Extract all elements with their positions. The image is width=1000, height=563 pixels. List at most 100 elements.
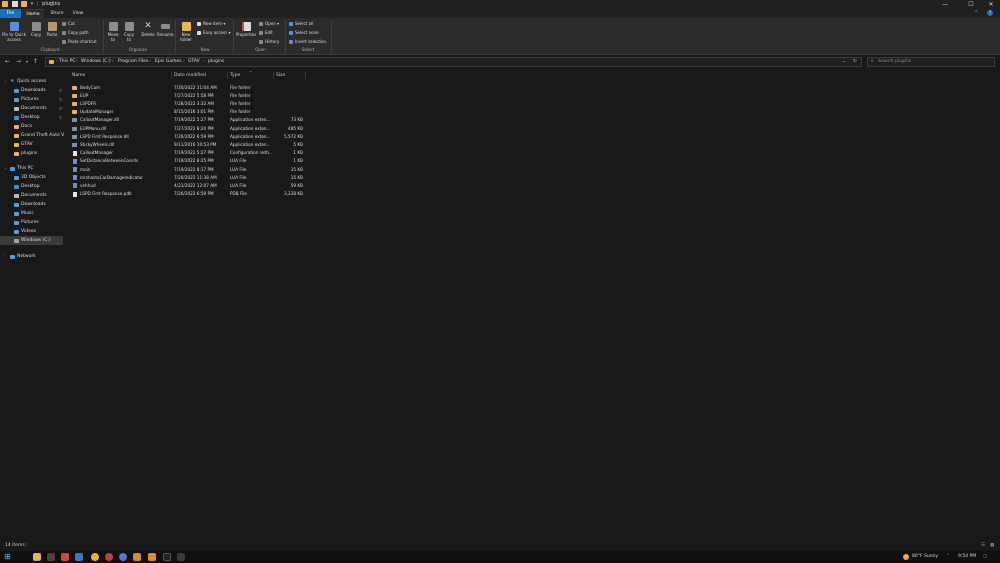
properties-button[interactable]: Properties (236, 22, 256, 37)
tab-file[interactable]: File (0, 9, 21, 18)
search-input[interactable]: ⌕ Search plugins (867, 57, 995, 67)
breadcrumb-this-pc[interactable]: This PC (59, 58, 75, 66)
copy-path-button[interactable]: Copy path (62, 30, 89, 35)
nav-docs[interactable]: Docs (0, 122, 65, 131)
new-folder-quick-icon[interactable] (21, 1, 28, 7)
chevron-down-icon[interactable]: ⌄ (4, 164, 7, 173)
weather-text[interactable]: 80°F Sunny (912, 551, 938, 563)
copy-to-button[interactable]: Copy to (122, 22, 136, 42)
new-item-button[interactable]: New item ▾ (197, 21, 225, 26)
game-app-icon[interactable] (133, 553, 141, 561)
column-header-name[interactable]: Name (72, 72, 85, 79)
notifications-icon[interactable]: ▢ (983, 551, 987, 563)
table-row[interactable]: LSPD First Response.pdb 7/26/2022 6:59 PM… (68, 190, 368, 198)
media-icon[interactable] (47, 553, 55, 561)
nav-pictures[interactable]: Pictures ⚲ (0, 95, 65, 104)
tab-share[interactable]: Share (46, 9, 68, 18)
forward-arrow-icon[interactable]: → (16, 56, 21, 68)
column-header-date-modified[interactable]: Date modified (174, 72, 206, 79)
table-row[interactable]: EUP 7/27/2022 5:58 PM File folder (68, 92, 368, 100)
table-row[interactable]: LSPD First Response.dll 7/26/2022 6:59 PM… (68, 133, 368, 141)
address-dropdown-icon[interactable]: ⌄ (842, 58, 846, 66)
copy-button[interactable]: Copy (29, 22, 43, 37)
rename-button[interactable]: Rename (157, 22, 173, 37)
help-icon[interactable]: ? (987, 10, 993, 16)
nav-videos[interactable]: Videos (0, 227, 65, 236)
opera-icon[interactable] (105, 553, 113, 561)
chevron-down-icon[interactable]: ⌄ (4, 77, 7, 86)
discord-icon[interactable] (119, 553, 127, 561)
back-arrow-icon[interactable]: ← (5, 56, 10, 68)
select-all-button[interactable]: Select all (289, 21, 313, 26)
nav-pc-pictures[interactable]: Pictures (0, 218, 65, 227)
table-row[interactable]: BodyCam 7/20/2022 11:04 AM File folder (68, 84, 368, 92)
nav-music[interactable]: Music (0, 209, 65, 218)
terminal-icon[interactable] (163, 553, 171, 561)
table-row[interactable]: main 7/19/2022 8:17 PM LUA File 15 KB (68, 166, 368, 174)
chevron-right-icon[interactable]: › (4, 252, 5, 261)
nav-documents[interactable]: Documents ⚲ (0, 104, 65, 113)
minimize-button[interactable]: — (934, 0, 956, 9)
breadcrumb-program-files[interactable]: Program Files (118, 58, 148, 66)
new-folder-button[interactable]: New folder (178, 22, 194, 42)
breadcrumb-epic-games[interactable]: Epic Games (155, 58, 182, 66)
move-to-button[interactable]: Move to (106, 22, 120, 42)
refresh-icon[interactable]: ↻ (853, 58, 857, 66)
column-header-type[interactable]: Type (230, 72, 240, 79)
table-row[interactable]: SetDistanceBetweenCoords 7/19/2022 8:25 P… (68, 157, 368, 165)
rockstar-icon[interactable] (148, 553, 156, 561)
easy-access-button[interactable]: Easy access ▾ (197, 30, 230, 35)
paste-button[interactable]: Paste (45, 22, 59, 37)
delete-button[interactable]: ✕ Delete (140, 22, 156, 38)
tab-view[interactable]: View (68, 9, 88, 18)
open-button[interactable]: Open ▾ (259, 21, 279, 26)
nav-pc-desktop[interactable]: Desktop (0, 182, 65, 191)
table-row[interactable]: CalloutManager 7/19/2022 5:27 PM Configura… (68, 149, 368, 157)
tab-home[interactable]: Home (22, 9, 44, 18)
nav-3d-objects[interactable]: 3D Objects (0, 173, 65, 182)
table-row[interactable]: CalloutManager.dll 7/19/2022 5:27 PM Appli… (68, 116, 368, 124)
up-arrow-icon[interactable]: ↑ (33, 56, 38, 68)
cut-button[interactable]: Cut (62, 21, 75, 26)
table-row[interactable]: vehhud 4/21/2022 12:07 AM LUA File 59 KB (68, 182, 368, 190)
table-row[interactable]: EUPMenu.dll 7/27/2022 8:20 PM Application … (68, 125, 368, 133)
table-row[interactable]: UpdateManager 8/15/2016 3:01 PM File folde… (68, 108, 368, 116)
nav-grand-theft-auto-v[interactable]: Grand Theft Auto V (0, 131, 65, 140)
table-row[interactable]: mrzhasteCarDamageIndicator 7/20/2022 11:3… (68, 174, 368, 182)
nav-gtav[interactable]: GTAV (0, 140, 65, 149)
chrome-icon[interactable] (91, 553, 99, 561)
table-row[interactable]: StickyWheels.dll 9/11/2016 10:53 PM Applic… (68, 141, 368, 149)
pin-to-quick-access-button[interactable]: Pin to Quick access (1, 22, 27, 42)
file-explorer-icon[interactable] (33, 553, 41, 561)
store-icon[interactable] (75, 553, 83, 561)
tray-chevron-icon[interactable]: ⌃ (946, 551, 950, 563)
properties-quick-icon[interactable] (11, 1, 18, 7)
time[interactable]: 9:54 PM (958, 551, 976, 563)
maximize-button[interactable]: ☐ (960, 0, 982, 9)
breadcrumb-plugins[interactable]: plugins (208, 58, 224, 66)
recent-chevron-icon[interactable]: ▾ (26, 56, 28, 68)
settings-app-icon[interactable] (177, 553, 185, 561)
breadcrumb-windows-c[interactable]: Windows (C:) (81, 58, 111, 66)
chevron-up-icon[interactable]: ⌃ (974, 9, 978, 18)
history-button[interactable]: History (259, 39, 279, 44)
invert-selection-button[interactable]: Invert selection (289, 39, 326, 44)
breadcrumb-gtav[interactable]: GTAV (188, 58, 200, 66)
nav-windows-c[interactable]: Windows (C:) (0, 236, 63, 245)
paste-shortcut-button[interactable]: Paste shortcut (62, 39, 97, 44)
nav-desktop[interactable]: Desktop ⚲ (0, 113, 65, 122)
column-header-size[interactable]: Size (276, 72, 285, 79)
nav-downloads[interactable]: Downloads ⚲ (0, 86, 65, 95)
close-button[interactable]: ✕ (980, 0, 1000, 9)
address-bar[interactable]: › This PC › Windows (C:) › Program Files… (45, 57, 862, 67)
nav-pc-downloads[interactable]: Downloads (0, 200, 65, 209)
table-row[interactable]: LSPDFR 7/28/2022 3:32 AM File folder (68, 100, 368, 108)
nav-network[interactable]: › Network (0, 252, 65, 261)
nav-quick-access[interactable]: ⌄ ★ Quick access (0, 77, 65, 86)
edge-icon[interactable] (61, 553, 69, 561)
select-none-button[interactable]: Select none (289, 30, 319, 35)
nav-this-pc[interactable]: ⌄ This PC (0, 164, 65, 173)
nav-pc-documents[interactable]: Documents (0, 191, 65, 200)
edit-button[interactable]: Edit (259, 30, 273, 35)
nav-plugins[interactable]: plugins (0, 149, 65, 158)
